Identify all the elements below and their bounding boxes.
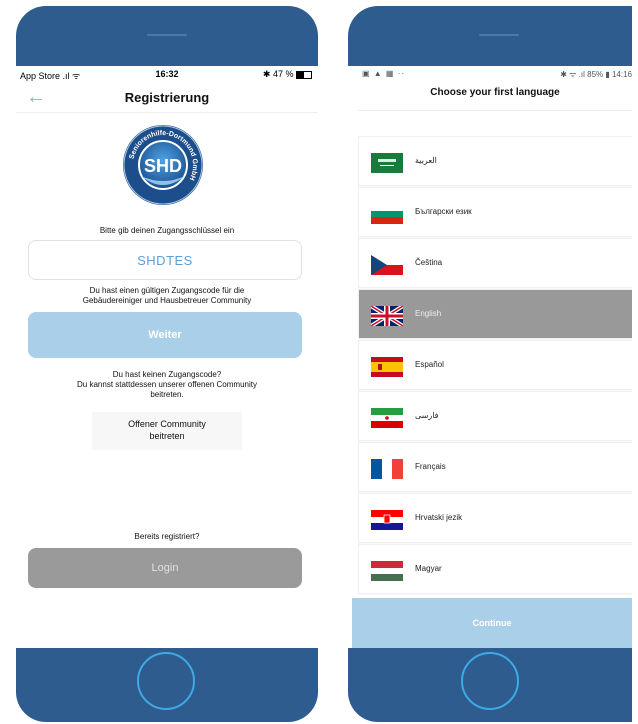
join-open-community-button[interactable]: Offener Community beitreten — [92, 412, 242, 450]
status-battery: ✱ 47 % — [263, 69, 312, 80]
no-code-info: Du hast keinen Zugangscode? Du kannst st… — [77, 370, 257, 399]
weiter-button[interactable]: Weiter — [28, 312, 302, 358]
hungary-flag-icon — [371, 561, 403, 581]
shd-logo: Seniorenhilfe-Dortmund GmbH SHD — [122, 124, 204, 206]
status-right: ✱ ᯤ .ıl 85% ▮ 14:16 — [560, 70, 632, 79]
language-list: العربية Български език Čeština English E… — [358, 136, 632, 595]
nav-bar: ← Registrierung — [16, 82, 318, 113]
page-title: Choose your first language — [358, 82, 632, 111]
access-key-prompt: Bitte gib deinen Zugangsschlüssel ein — [99, 226, 235, 235]
valid-code-info: Du hast einen gültigen Zugangscode für d… — [82, 286, 252, 305]
bluetooth-icon: ✱ — [262, 69, 271, 79]
language-item-arabic[interactable]: العربية — [358, 136, 632, 186]
status-bar: ▣ ▲ ▦ ·· ✱ ᯤ .ıl 85% ▮ 14:16 — [348, 66, 632, 82]
registration-screen: App Store .ıl ᯤ 16:32 ✱ 47 % ← Registrie… — [16, 66, 318, 648]
bulgaria-flag-icon — [371, 204, 403, 224]
already-registered-label: Bereits registriert? — [134, 532, 200, 541]
home-button[interactable] — [461, 652, 519, 710]
battery-icon — [296, 70, 312, 79]
home-button[interactable] — [137, 652, 195, 710]
spain-flag-icon — [371, 357, 403, 377]
iran-flag-icon — [371, 408, 403, 428]
language-item-bulgarian[interactable]: Български език — [358, 187, 632, 237]
phone-frame-right: ▣ ▲ ▦ ·· ✱ ᯤ .ıl 85% ▮ 14:16 Choose your… — [348, 6, 632, 722]
speaker-slot — [147, 34, 187, 36]
language-screen: ▣ ▲ ▦ ·· ✱ ᯤ .ıl 85% ▮ 14:16 Choose your… — [348, 66, 632, 648]
language-item-english[interactable]: English — [358, 289, 632, 339]
uk-flag-icon — [371, 306, 403, 326]
france-flag-icon — [371, 459, 403, 479]
phone-frame-left: App Store .ıl ᯤ 16:32 ✱ 47 % ← Registrie… — [16, 6, 318, 722]
speaker-slot — [479, 34, 519, 36]
page-title: Registrierung — [124, 90, 210, 105]
language-item-spanish[interactable]: Español — [358, 340, 632, 390]
language-item-croatian[interactable]: Hrvatski jezik — [358, 493, 632, 543]
saudi-arabia-flag-icon — [371, 153, 403, 173]
status-bar: App Store .ıl ᯤ 16:32 ✱ 47 % — [16, 66, 318, 82]
language-item-persian[interactable]: فارسی — [358, 391, 632, 441]
login-button[interactable]: Login — [28, 548, 302, 588]
svg-text:SHD: SHD — [144, 156, 182, 176]
continue-button[interactable]: Continue — [352, 598, 632, 648]
notification-icons: ▣ ▲ ▦ ·· — [362, 69, 406, 78]
access-code-input[interactable]: SHDTES — [28, 240, 302, 280]
croatia-flag-icon — [371, 510, 403, 530]
language-item-french[interactable]: Français — [358, 442, 632, 492]
czech-flag-icon — [371, 255, 403, 275]
language-item-czech[interactable]: Čeština — [358, 238, 632, 288]
language-item-hungarian[interactable]: Magyar — [358, 544, 632, 594]
